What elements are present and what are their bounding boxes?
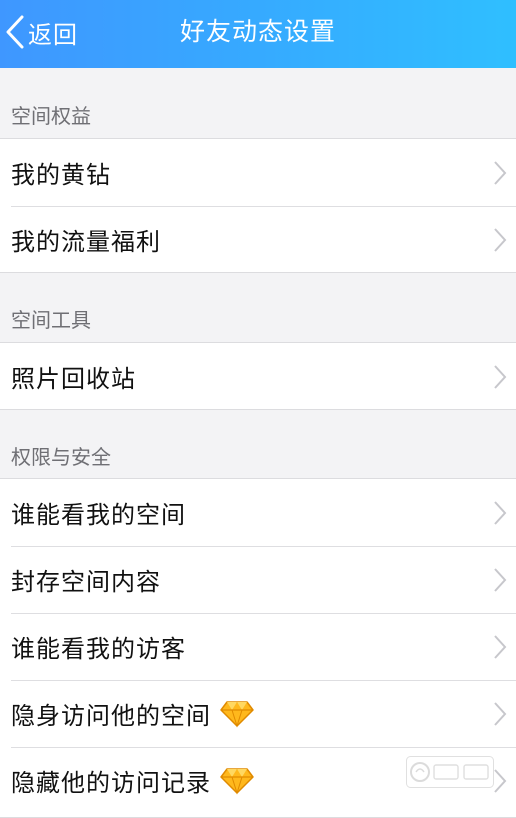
list-item-who-can-view-space[interactable]: 谁能看我的空间 bbox=[0, 479, 516, 546]
list-item-label: 照片回收站 bbox=[11, 365, 136, 393]
list-item-label: 隐身访问他的空间 bbox=[11, 702, 211, 730]
list-item-label: 封存空间内容 bbox=[11, 568, 161, 596]
list-item-data-benefits[interactable]: 我的流量福利 bbox=[0, 206, 516, 273]
group-tools: 照片回收站 bbox=[0, 342, 516, 410]
diamond-icon bbox=[220, 767, 254, 795]
list-item-label: 我的流量福利 bbox=[11, 228, 161, 256]
list-item-photo-recycle-bin[interactable]: 照片回收站 bbox=[0, 343, 516, 410]
list-item-invisible-visit[interactable]: 隐身访问他的空间 bbox=[0, 680, 516, 747]
list-item-yellow-diamond[interactable]: 我的黄钻 bbox=[0, 139, 516, 206]
list-item-label: 谁能看我的访客 bbox=[11, 635, 186, 663]
chevron-right-icon bbox=[494, 768, 507, 793]
page-title: 好友动态设置 bbox=[179, 17, 336, 46]
chevron-right-icon bbox=[494, 364, 507, 389]
list-item-who-can-view-visitors[interactable]: 谁能看我的访客 bbox=[0, 613, 516, 680]
list-item-label: 谁能看我的空间 bbox=[11, 501, 186, 529]
list-item-archive-space-content[interactable]: 封存空间内容 bbox=[0, 546, 516, 613]
list-item-label: 隐藏他的访问记录 bbox=[11, 769, 211, 797]
diamond-icon bbox=[220, 700, 254, 728]
chevron-right-icon bbox=[494, 227, 507, 252]
chevron-right-icon bbox=[494, 567, 507, 592]
section-header-benefits: 空间权益 bbox=[11, 104, 91, 128]
chevron-right-icon bbox=[494, 701, 507, 726]
section-header-privacy: 权限与安全 bbox=[11, 445, 111, 469]
baidu-jingyan-watermark bbox=[406, 756, 494, 788]
group-benefits: 我的黄钻 我的流量福利 bbox=[0, 138, 516, 273]
chevron-right-icon bbox=[494, 500, 507, 525]
chevron-right-icon bbox=[494, 634, 507, 659]
navigation-bar: 返回 好友动态设置 bbox=[0, 0, 516, 68]
section-header-tools: 空间工具 bbox=[11, 308, 91, 332]
chevron-right-icon bbox=[494, 160, 507, 185]
list-item-label: 我的黄钻 bbox=[11, 161, 111, 189]
